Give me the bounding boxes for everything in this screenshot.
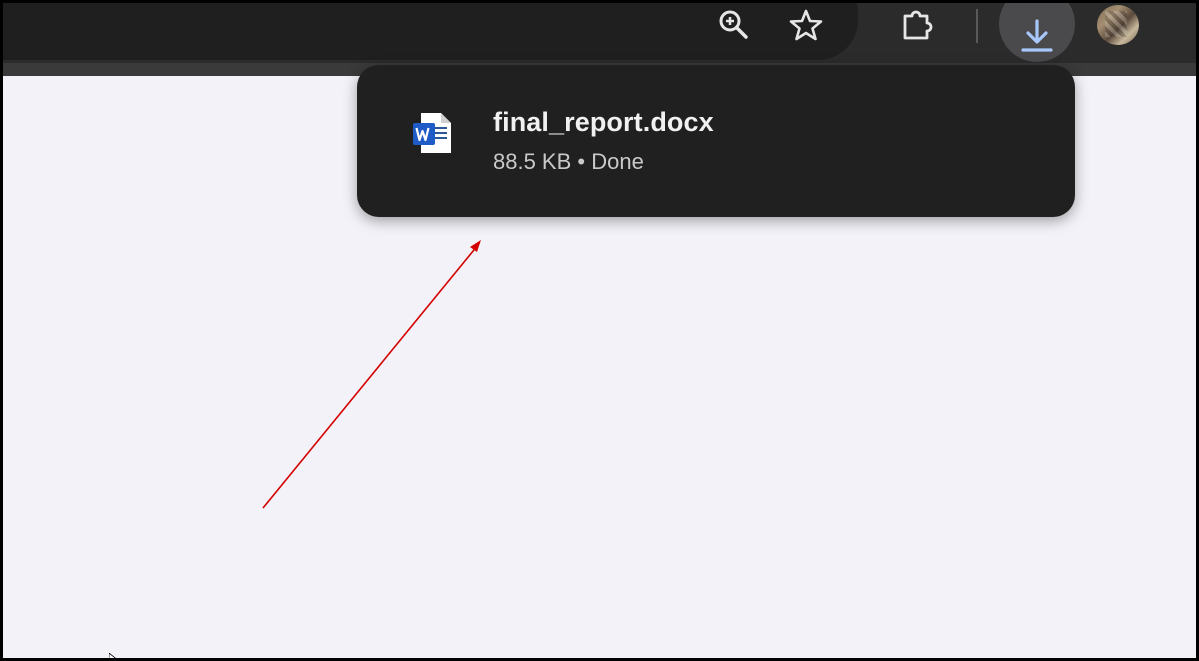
download-arrow-icon: [1021, 19, 1053, 52]
bookmark-star-icon[interactable]: [786, 5, 826, 45]
word-document-icon: [413, 113, 451, 153]
zoom-magnifier-icon[interactable]: [714, 5, 754, 45]
puzzle-piece-icon[interactable]: [897, 5, 937, 45]
download-status: 88.5 KB • Done: [493, 149, 644, 174]
screenshot-frame: final_report.docx 88.5 KB • Done: [0, 0, 1199, 661]
toolbar-divider: [976, 9, 978, 43]
downloads-bubble: final_report.docx 88.5 KB • Done: [357, 65, 1075, 217]
download-item[interactable]: final_report.docx 88.5 KB • Done: [357, 65, 1075, 217]
browser-toolbar: [3, 3, 1196, 63]
mouse-cursor-icon: [109, 653, 116, 658]
download-file-name: final_report.docx: [493, 107, 714, 137]
profile-avatar[interactable]: [1097, 5, 1139, 45]
downloads-button[interactable]: [999, 3, 1075, 62]
